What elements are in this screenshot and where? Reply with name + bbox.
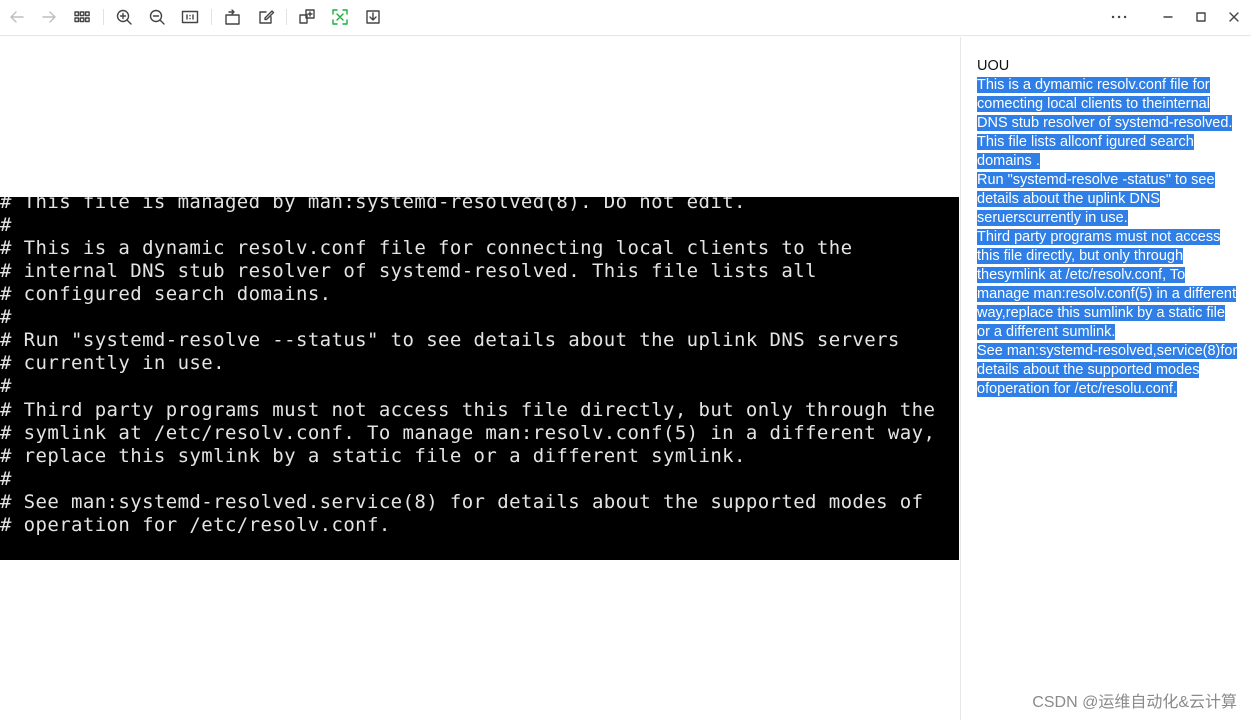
- selected-text[interactable]: Run "systemd-resolve -status" to see det…: [977, 172, 1215, 226]
- maximize-icon: [1196, 12, 1206, 22]
- zoom-out-icon: [149, 9, 165, 25]
- selected-text[interactable]: This is a dymamic resolv.conf file for c…: [977, 77, 1233, 169]
- toolbar-divider: [211, 9, 212, 25]
- back-button[interactable]: [4, 5, 30, 29]
- ocr-title[interactable]: UOU: [977, 57, 1009, 76]
- image-viewer[interactable]: # This file is managed by man:systemd-re…: [0, 37, 960, 720]
- toolbar-divider: [286, 9, 287, 25]
- terminal-line: # replace this symlink by a static file …: [0, 445, 746, 467]
- terminal-line: # Run "systemd-resolve --status" to see …: [0, 329, 900, 351]
- toolbar-divider: [103, 9, 104, 25]
- maximize-button[interactable]: [1188, 5, 1214, 29]
- forward-arrow-icon: [42, 11, 56, 23]
- terminal-line: # This is a dynamic resolv.conf file for…: [0, 237, 853, 259]
- rotate-button[interactable]: [220, 5, 246, 29]
- terminal-line: #: [0, 306, 12, 328]
- ocr-paragraph[interactable]: Run "systemd-resolve -status" to see det…: [977, 171, 1239, 228]
- terminal-line: # symlink at /etc/resolv.conf. To manage…: [0, 422, 936, 444]
- edit-icon: [259, 10, 275, 24]
- terminal-line: # This file is managed by man:systemd-re…: [0, 197, 746, 213]
- ocr-paragraph[interactable]: See man:systemd-resolved,service(8)for d…: [977, 342, 1239, 399]
- terminal-line: #: [0, 214, 12, 236]
- terminal-line: # currently in use.: [0, 352, 225, 374]
- ocr-text[interactable]: This is a dymamic resolv.conf file for c…: [977, 76, 1239, 399]
- grid-view-button[interactable]: [69, 5, 95, 29]
- forward-button[interactable]: [36, 5, 62, 29]
- close-icon: [1229, 12, 1239, 22]
- grid-view-icon: [74, 11, 90, 23]
- selected-text[interactable]: See man:systemd-resolved,service(8)for d…: [977, 343, 1238, 397]
- back-arrow-icon: [10, 11, 24, 23]
- close-button[interactable]: [1221, 5, 1247, 29]
- actual-size-icon: [181, 10, 199, 24]
- selected-text[interactable]: Third party programs must not access thi…: [977, 229, 1236, 340]
- edit-button[interactable]: [253, 5, 279, 29]
- terminal-line: # internal DNS stub resolver of systemd-…: [0, 260, 817, 282]
- text-recognition-icon: [332, 9, 348, 25]
- ocr-result-panel: UOU This is a dymamic resolv.conf file f…: [960, 37, 1251, 720]
- download-button[interactable]: [360, 5, 386, 29]
- toolbar: [0, 0, 1251, 36]
- copy-image-button[interactable]: [294, 5, 320, 29]
- watermark: CSDN @运维自动化&云计算: [1032, 694, 1237, 711]
- terminal-line: # configured search domains.: [0, 283, 332, 305]
- actual-size-button[interactable]: [177, 5, 203, 29]
- ocr-paragraph[interactable]: Third party programs must not access thi…: [977, 228, 1239, 342]
- text-recognition-button[interactable]: [327, 5, 353, 29]
- more-button[interactable]: [1106, 5, 1132, 29]
- zoom-in-icon: [116, 9, 132, 25]
- terminal-line: # operation for /etc/resolv.conf.: [0, 514, 391, 536]
- copy-image-icon: [299, 9, 315, 24]
- minimize-icon: [1163, 16, 1173, 18]
- terminal-line: #: [0, 375, 12, 397]
- terminal-line: # See man:systemd-resolved.service(8) fo…: [0, 491, 924, 513]
- more-icon: [1111, 15, 1127, 19]
- minimize-button[interactable]: [1155, 5, 1181, 29]
- terminal-screenshot: # This file is managed by man:systemd-re…: [0, 197, 959, 560]
- terminal-line: #: [0, 468, 12, 490]
- zoom-in-button[interactable]: [111, 5, 137, 29]
- terminal-line: # Third party programs must not access t…: [0, 399, 936, 421]
- rotate-icon: [225, 9, 240, 25]
- zoom-out-button[interactable]: [144, 5, 170, 29]
- ocr-paragraph[interactable]: This is a dymamic resolv.conf file for c…: [977, 76, 1239, 171]
- download-icon: [366, 10, 380, 24]
